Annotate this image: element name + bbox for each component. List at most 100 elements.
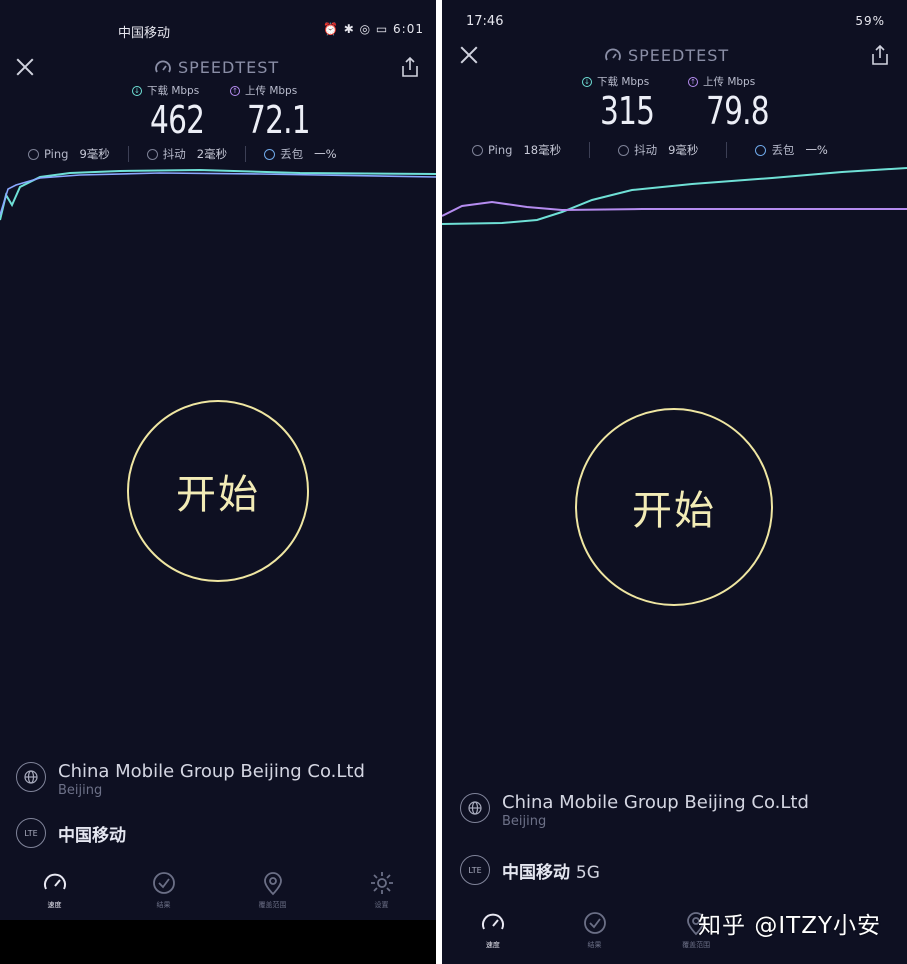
globe-icon [16, 762, 46, 792]
info-icon [264, 148, 276, 160]
status-bar: 中国移动 ⏰ ✱ ◎ ▭ 6:01 [0, 0, 436, 41]
status-icons: ⏰ ✱ ◎ ▭ 6:01 [322, 22, 424, 36]
ping-icon [472, 144, 483, 156]
upload-label: ↑ 上传 Mbps [688, 74, 755, 89]
packet-loss-label: 丢包 [771, 143, 795, 157]
tab-speed[interactable]: 速度 [0, 870, 109, 910]
download-label-text: 下载 Mbps [147, 85, 200, 97]
start-label: 开始 [176, 472, 260, 518]
jitter-stat: 抖动 2毫秒 [146, 146, 228, 162]
jitter-value: 2毫秒 [196, 147, 228, 161]
ping-icon [28, 148, 39, 160]
lte-badge-icon: LTE [16, 818, 46, 848]
download-label-text: 下载 Mbps [597, 76, 650, 88]
carrier-label: 中国移动 [118, 26, 171, 41]
upload-label-text: 上传 Mbps [245, 85, 298, 97]
carrier-name: 中国移动 [502, 862, 570, 883]
start-button[interactable]: 开始 [127, 400, 309, 582]
download-label: ↓ 下载 Mbps [582, 74, 649, 89]
packet-loss-value: 一% [314, 147, 337, 161]
speed-gauge-icon [43, 873, 66, 890]
close-button[interactable] [458, 44, 480, 66]
bottom-tab-bar: 速度 结果 覆盖范围 设置 [0, 870, 436, 910]
network-type: 5G [575, 862, 600, 883]
network-name: 中国移动 5G [502, 858, 600, 883]
tab-speed-label: 速度 [47, 901, 62, 909]
jitter-value: 9毫秒 [668, 143, 699, 157]
start-button[interactable]: 开始 [575, 408, 773, 606]
speed-graph [0, 168, 436, 221]
tab-coverage-label: 覆盖范围 [258, 901, 287, 909]
start-label: 开始 [632, 488, 716, 534]
jitter-stat: 抖动 9毫秒 [618, 142, 698, 158]
packet-loss-stat: 丢包 一% [755, 142, 828, 158]
download-line [0, 168, 436, 221]
jitter-icon [146, 148, 158, 160]
upload-label: ↑ 上传 Mbps [230, 83, 297, 98]
tab-results[interactable]: 结果 [544, 910, 646, 950]
tab-settings-label: 设置 [374, 901, 389, 909]
ping-label: Ping [44, 147, 69, 161]
divider [726, 142, 728, 158]
divider [245, 146, 247, 162]
ping-value: 9毫秒 [79, 147, 110, 161]
map-pin-icon [263, 872, 282, 896]
clock: 17:46 [466, 14, 504, 29]
speedtest-logo: SPEEDTEST [604, 46, 729, 65]
isp-name: China Mobile Group Beijing Co.Ltd [58, 761, 365, 782]
tab-coverage[interactable]: 覆盖范围 [218, 870, 327, 910]
ping-stat: Ping 18毫秒 [472, 142, 561, 158]
isp-location: Beijing [502, 814, 547, 829]
check-circle-icon [152, 872, 175, 894]
upload-line [0, 172, 436, 216]
share-icon[interactable] [400, 56, 420, 78]
ping-value: 18毫秒 [523, 143, 562, 157]
download-line [442, 167, 907, 225]
check-circle-icon [583, 912, 606, 934]
upload-value: 79.8 [706, 89, 770, 133]
download-arrow-icon: ↓ [132, 85, 142, 96]
carrier-name: 中国移动 [58, 825, 126, 846]
upload-arrow-icon: ↑ [688, 76, 698, 87]
jitter-icon [618, 144, 630, 156]
watermark: 知乎 @ITZY小安 [698, 913, 881, 939]
jitter-label: 抖动 [634, 143, 658, 157]
battery-percent: 59% [855, 14, 885, 28]
status-bar: 17:46 59% [442, 0, 907, 40]
download-value: 462 [150, 98, 205, 142]
speed-graph [442, 167, 907, 225]
speedometer-icon [605, 48, 621, 60]
upload-value: 72.1 [247, 98, 311, 142]
tab-results-label: 结果 [587, 941, 602, 949]
ping-stat: Ping 9毫秒 [28, 146, 110, 162]
close-button[interactable] [14, 56, 36, 78]
phone-screen-right: 17:46 59% SPEEDTEST ↓ 下载 Mbps ↑ 上传 Mbps … [442, 0, 907, 964]
network-name: 中国移动 [58, 821, 126, 846]
stats-row: Ping 9毫秒 抖动 2毫秒 丢包 一% [28, 146, 337, 162]
server-info[interactable]: China Mobile Group Beijing Co.Ltd Beijin… [16, 762, 365, 800]
brand-text: SPEEDTEST [628, 46, 730, 65]
info-icon [755, 144, 767, 156]
upload-arrow-icon: ↑ [230, 85, 240, 96]
download-arrow-icon: ↓ [582, 76, 592, 87]
server-info[interactable]: China Mobile Group Beijing Co.Ltd Beijin… [460, 793, 809, 831]
tab-results-label: 结果 [156, 901, 171, 909]
tab-speed-label: 速度 [485, 941, 500, 949]
tab-coverage-label: 覆盖范围 [682, 941, 711, 949]
speedtest-logo: SPEEDTEST [154, 58, 279, 77]
jitter-label: 抖动 [162, 147, 186, 161]
speedometer-icon [155, 60, 171, 72]
lte-badge-icon: LTE [460, 855, 490, 885]
globe-icon [460, 793, 490, 823]
network-info: LTE 中国移动 5G [460, 855, 600, 885]
network-info: LTE 中国移动 [16, 818, 126, 848]
upload-label-text: 上传 Mbps [703, 76, 756, 88]
phone-screen-left: 中国移动 ⏰ ✱ ◎ ▭ 6:01 SPEEDTEST ↓ 下载 Mbps ↑ … [0, 0, 436, 920]
tab-settings[interactable]: 设置 [327, 870, 436, 910]
tab-results[interactable]: 结果 [109, 870, 218, 910]
tab-speed[interactable]: 速度 [442, 910, 544, 950]
speed-gauge-icon [481, 913, 504, 930]
isp-name: China Mobile Group Beijing Co.Ltd [502, 792, 809, 813]
share-icon[interactable] [870, 44, 890, 66]
isp-location: Beijing [58, 783, 103, 798]
